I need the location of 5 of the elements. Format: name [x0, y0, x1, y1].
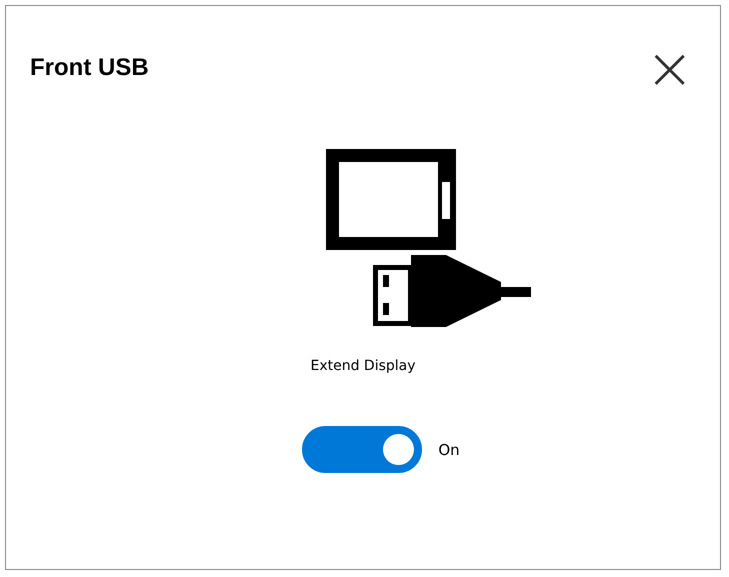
- dialog-title: Front USB: [30, 54, 149, 82]
- toggle-label: On: [438, 440, 460, 458]
- close-button[interactable]: ×: [641, 44, 698, 92]
- mode-label: Extend Display: [310, 358, 416, 374]
- toggle-switch[interactable]: [302, 426, 422, 473]
